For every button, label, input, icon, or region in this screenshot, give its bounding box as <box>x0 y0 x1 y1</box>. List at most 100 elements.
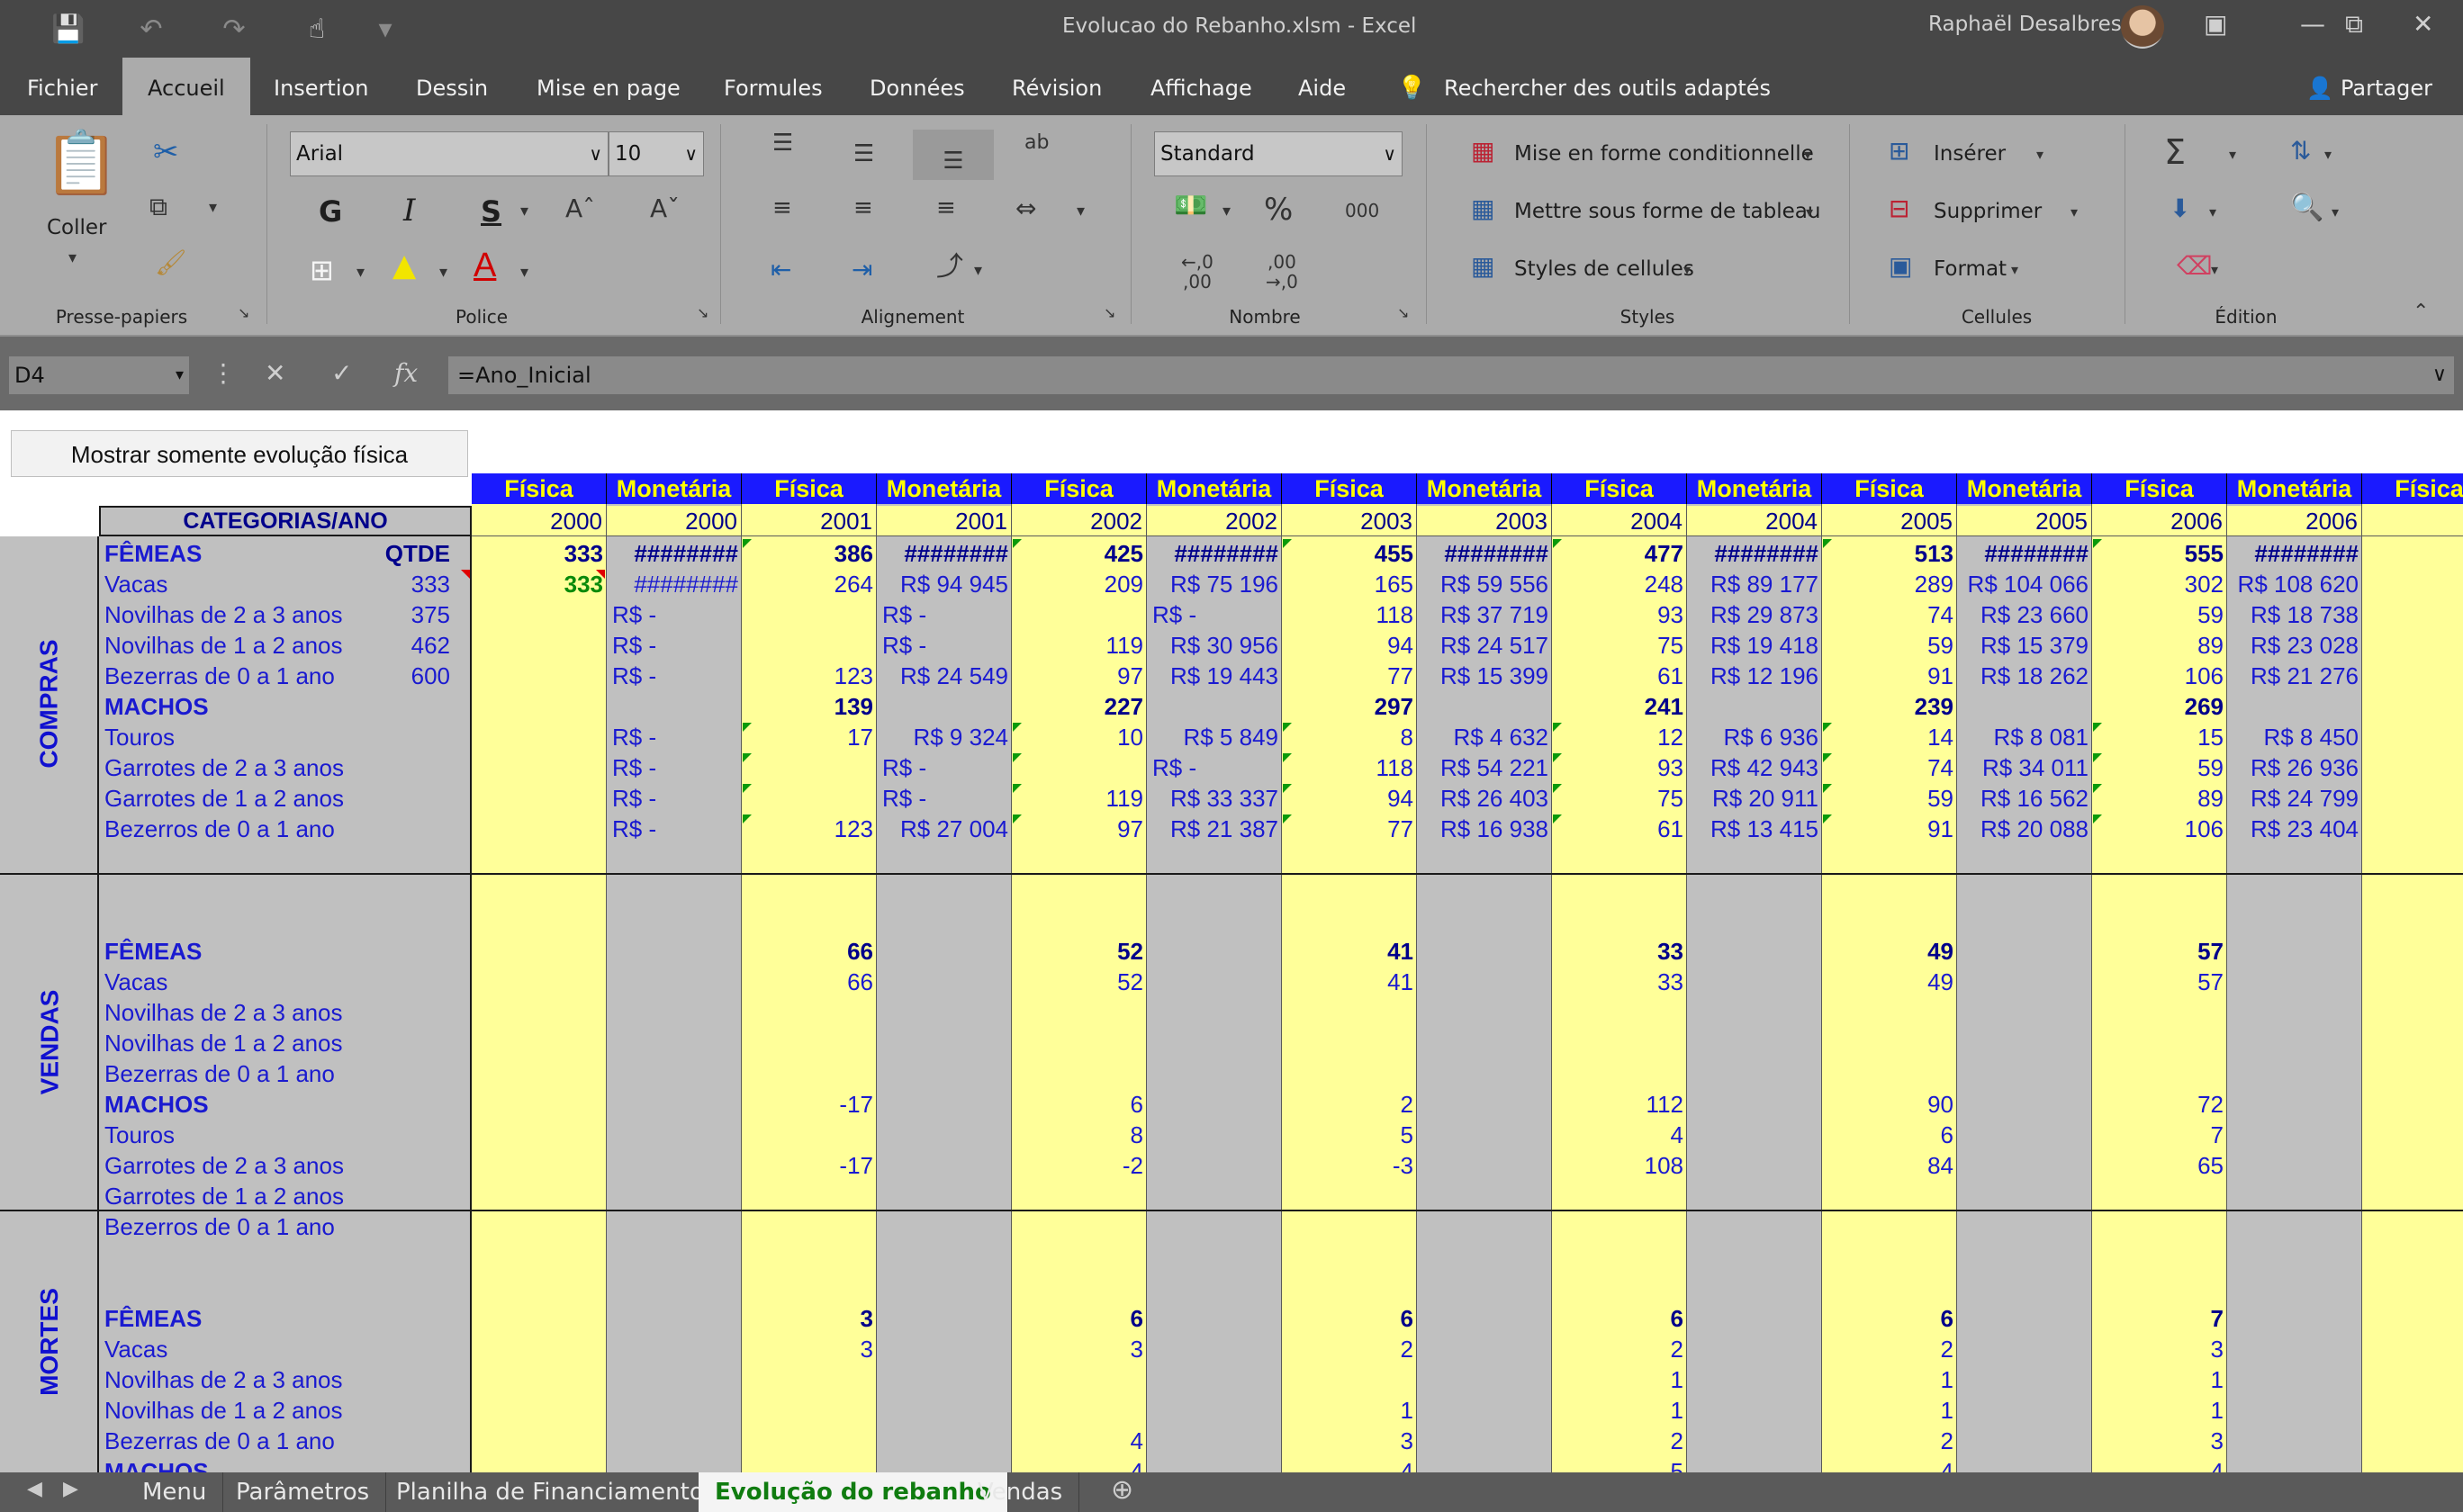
font-launcher-icon[interactable]: ↘ <box>697 306 708 320</box>
font-color-dropdown-icon[interactable]: ▾ <box>520 265 528 281</box>
insert-cells-icon[interactable]: ⊞ <box>1889 139 1909 164</box>
table-cell[interactable]: 269 <box>2092 691 2227 722</box>
table-cell[interactable]: 91 <box>1822 661 1957 691</box>
year-cell[interactable]: 2000 <box>607 506 742 536</box>
table-cell[interactable]: 6 <box>1012 1089 1147 1120</box>
table-cell[interactable]: R$ 24 549 <box>877 661 1012 691</box>
year-cell[interactable]: 2000 <box>472 506 607 536</box>
table-cell[interactable]: 6 <box>1552 1303 1687 1334</box>
year-cell[interactable]: 2004 <box>1687 506 1822 536</box>
table-cell[interactable]: R$ 94 945 <box>877 569 1012 599</box>
year-cell[interactable]: 2006 <box>2092 506 2227 536</box>
table-cell[interactable]: R$ - <box>877 599 1012 630</box>
format-cells-icon[interactable]: ▣ <box>1889 254 1912 279</box>
merge-center-icon[interactable]: ⇔ <box>1015 196 1036 221</box>
table-cell[interactable]: 5 <box>1552 1456 1687 1472</box>
underline-dropdown-icon[interactable]: ▾ <box>520 203 528 220</box>
table-cell[interactable]: 425 <box>1012 538 1147 569</box>
table-cell[interactable]: R$ - <box>607 661 742 691</box>
table-cell[interactable]: 2 <box>1552 1334 1687 1364</box>
table-cell[interactable]: ######## <box>607 569 742 599</box>
table-cell[interactable]: 90 <box>1822 1089 1957 1120</box>
table-cell[interactable]: 1 <box>1552 1364 1687 1395</box>
table-cell[interactable]: 1 <box>2362 783 2463 814</box>
borders-icon[interactable]: ⊞ <box>310 256 334 284</box>
table-cell[interactable]: ######## <box>877 538 1012 569</box>
format-painter-icon[interactable]: 🖌 <box>155 250 187 275</box>
table-cell[interactable]: 118 <box>1282 752 1417 783</box>
table-cell[interactable]: R$ - <box>877 783 1012 814</box>
table-cell[interactable]: 2 <box>1282 1089 1417 1120</box>
table-cell[interactable]: -17 <box>742 1150 877 1181</box>
cancel-icon[interactable]: ✕ <box>265 358 285 388</box>
table-cell[interactable]: -3 <box>1282 1150 1417 1181</box>
table-cell[interactable]: 65 <box>2092 1150 2227 1181</box>
fill-dropdown-icon[interactable]: ▾ <box>2209 205 2216 220</box>
table-cell[interactable]: 3 <box>1012 1334 1147 1364</box>
show-physical-only-button[interactable]: Mostrar somente evolução física <box>11 430 468 477</box>
avatar[interactable] <box>2121 5 2164 49</box>
table-cell[interactable]: 241 <box>1552 691 1687 722</box>
year-cell[interactable]: 2005 <box>1957 506 2092 536</box>
fill-dropdown-icon[interactable]: ▾ <box>439 265 447 281</box>
table-cell[interactable]: 93 <box>1552 599 1687 630</box>
table-cell[interactable]: 8 <box>1282 722 1417 752</box>
tab-accueil[interactable]: Accueil <box>122 58 250 115</box>
table-cell[interactable]: 477 <box>1552 538 1687 569</box>
table-cell[interactable]: 3 <box>742 1334 877 1364</box>
copy-dropdown-icon[interactable]: ▾ <box>209 200 217 216</box>
autosum-dropdown-icon[interactable]: ▾ <box>2229 148 2236 162</box>
name-box[interactable]: D4 ▾ <box>9 356 189 394</box>
year-cell[interactable]: 20 <box>2362 506 2463 536</box>
redo-icon[interactable]: ↷ <box>193 14 275 45</box>
copy-icon[interactable]: ⧉ <box>149 194 167 220</box>
align-right-icon[interactable]: ≡ <box>936 196 956 220</box>
table-cell[interactable]: 94 <box>1282 783 1417 814</box>
table-cell[interactable]: R$ - <box>1147 599 1282 630</box>
orientation-icon[interactable]: ⤴ <box>936 254 963 281</box>
table-cell[interactable]: R$ - <box>607 722 742 752</box>
table-cell[interactable]: 59 <box>1822 783 1957 814</box>
delete-cells-icon[interactable]: ⊟ <box>1889 196 1909 221</box>
font-color-icon[interactable]: A <box>474 248 496 283</box>
table-cell[interactable]: 12 <box>1552 722 1687 752</box>
table-cell[interactable]: R$ 26 936 <box>2227 752 2362 783</box>
align-center-icon[interactable]: ≡ <box>853 196 873 220</box>
insert-dropdown-icon[interactable]: ▾ <box>2036 148 2043 162</box>
fill-icon[interactable]: ⬇ <box>2170 196 2190 221</box>
clipboard-launcher-icon[interactable]: ↘ <box>238 306 249 320</box>
table-cell[interactable]: 94 <box>1282 630 1417 661</box>
table-cell[interactable]: R$ 13 415 <box>1687 814 1822 844</box>
table-cell[interactable]: 8 <box>1012 1120 1147 1150</box>
table-cell[interactable]: 2 <box>1822 1334 1957 1364</box>
paste-label[interactable]: Coller <box>47 216 107 239</box>
table-cell[interactable]: 59 <box>1822 630 1957 661</box>
year-cell[interactable]: 2001 <box>877 506 1012 536</box>
customize-qat-icon[interactable]: ▾ <box>358 14 412 45</box>
table-cell[interactable]: R$ 18 262 <box>1957 661 2092 691</box>
table-cell[interactable]: 333 <box>472 569 607 599</box>
cell-styles-icon[interactable]: ▦ <box>1471 254 1494 279</box>
minimize-icon[interactable]: — <box>2300 9 2325 39</box>
sheet-tab-menu[interactable]: Menu <box>126 1472 224 1512</box>
table-cell[interactable]: R$ - <box>1147 752 1282 783</box>
table-cell[interactable]: 75 <box>1552 630 1687 661</box>
table-cell[interactable]: 264 <box>742 569 877 599</box>
tab-dessin[interactable]: Dessin <box>416 58 488 115</box>
year-cell[interactable]: 2002 <box>1012 506 1147 536</box>
table-cell[interactable]: 93 <box>1552 752 1687 783</box>
table-cell[interactable]: 59 <box>2092 599 2227 630</box>
table-cell[interactable]: R$ 16 562 <box>1957 783 2092 814</box>
table-cell[interactable]: R$ - <box>877 630 1012 661</box>
table-cell[interactable]: 1 <box>2092 1395 2227 1426</box>
increase-indent-icon[interactable]: ⇥ <box>852 257 872 283</box>
tab-insertion[interactable]: Insertion <box>274 58 368 115</box>
table-cell[interactable]: 10 <box>1012 722 1147 752</box>
enter-icon[interactable]: ✓ <box>331 358 352 388</box>
table-cell[interactable]: R$ 23 660 <box>1957 599 2092 630</box>
table-cell[interactable]: 455 <box>1282 538 1417 569</box>
collapse-ribbon-icon[interactable]: ⌃ <box>2413 302 2429 322</box>
table-cell[interactable]: R$ 29 873 <box>1687 599 1822 630</box>
table-cell[interactable]: 57 <box>2092 936 2227 967</box>
table-cell[interactable]: 209 <box>1012 569 1147 599</box>
